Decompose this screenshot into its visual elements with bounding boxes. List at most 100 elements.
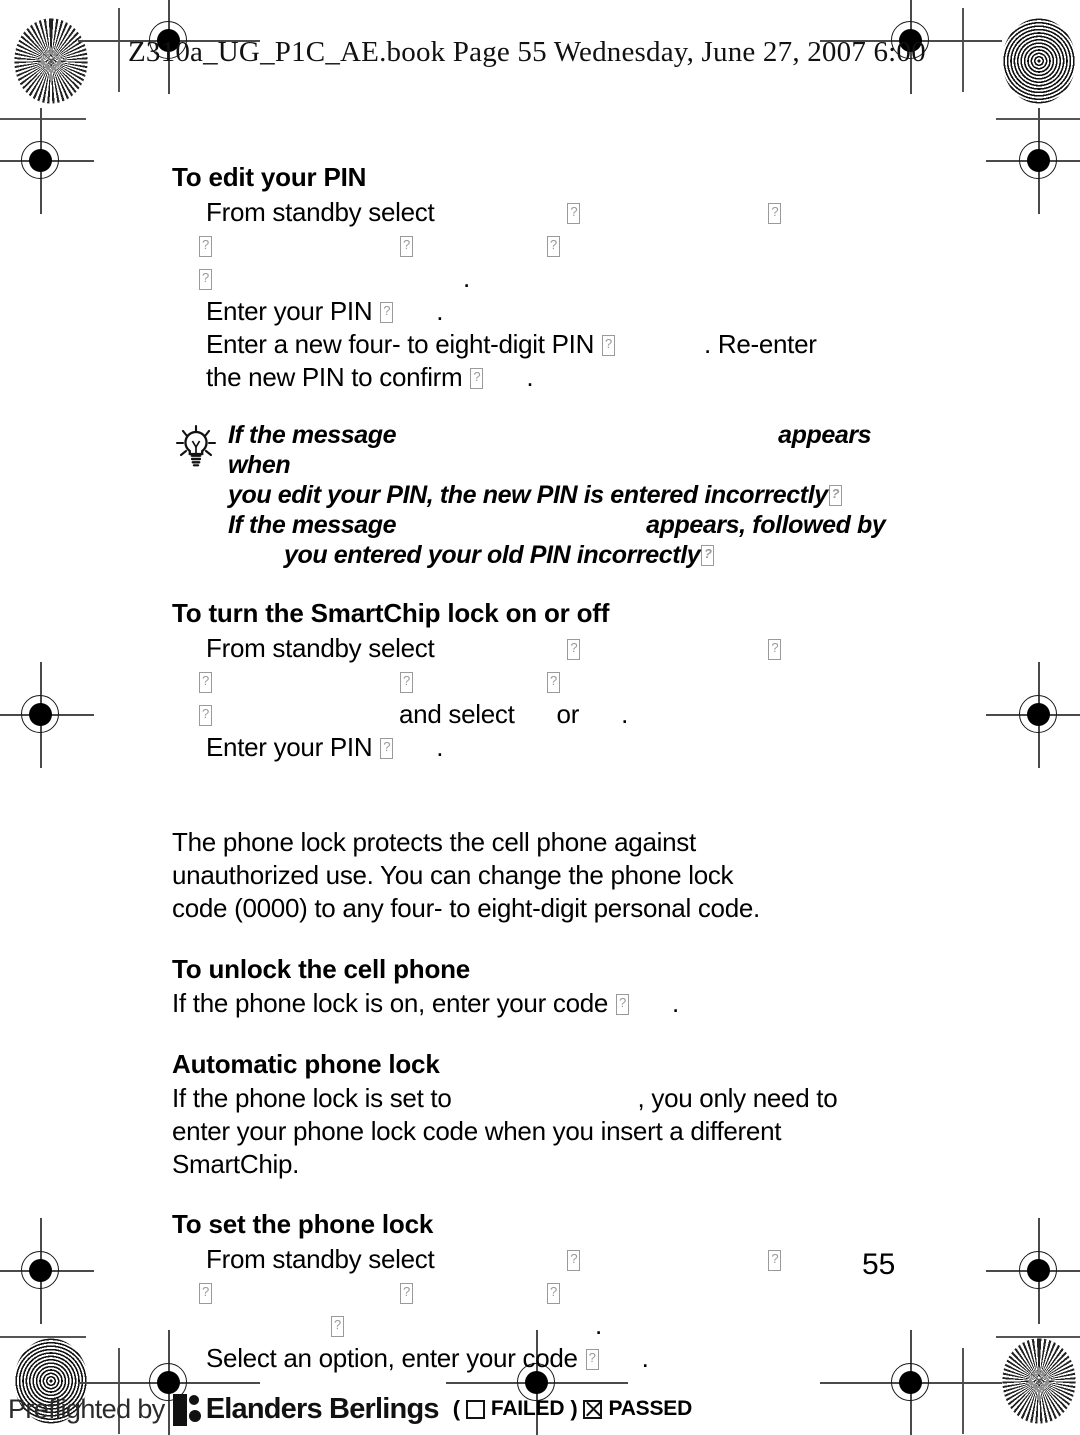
heading-unlock-phone: To unlock the cell phone xyxy=(172,954,471,984)
step-text: From standby select xyxy=(206,633,435,663)
paragraph-line: The phone lock protects the cell phone a… xyxy=(172,827,696,857)
missing-glyph-icon xyxy=(567,201,581,224)
missing-glyph-icon xyxy=(616,992,629,1015)
missing-glyph-icon xyxy=(567,637,581,660)
paragraph-line: If the phone lock is set to , you only ne… xyxy=(172,1082,892,1115)
missing-glyph-icon xyxy=(602,333,615,356)
registration-mark-icon xyxy=(0,662,94,768)
step-item: From standby select xyxy=(172,632,892,665)
tip-line-text: If the message xyxy=(228,421,397,449)
period: . xyxy=(526,362,534,392)
period: . xyxy=(436,732,444,762)
page-number: 55 xyxy=(862,1248,896,1281)
missing-glyph-icon xyxy=(567,1248,581,1271)
registration-mark-icon xyxy=(986,1218,1080,1324)
missing-glyph-icon xyxy=(380,300,394,323)
preflight-brand: Elanders Berlings xyxy=(205,1392,440,1425)
trim-line xyxy=(118,8,120,92)
preflight-status: ( FAILED ) PASSED xyxy=(452,1396,693,1422)
phone-lock-paragraph: The phone lock protects the cell phone a… xyxy=(172,826,892,925)
failed-checkbox-icon xyxy=(465,1399,485,1419)
missing-glyph-icon xyxy=(547,670,560,693)
body-text: If the phone lock is set to xyxy=(172,1083,452,1113)
slug-line: Z310a_UG_P1C_AE.book Page 55 Wednesday, … xyxy=(128,36,926,68)
step-item-continued: the new PIN to confirm . xyxy=(172,361,892,394)
missing-glyph-icon xyxy=(585,1347,599,1370)
elanders-logo-icon xyxy=(171,1392,201,1426)
period: . xyxy=(672,988,679,1018)
step-item-continued: and select or. xyxy=(198,698,892,731)
paragraph-line: code (0000) to any four- to eight-digit … xyxy=(172,893,760,923)
tip-line-text: If the message xyxy=(228,511,397,539)
automatic-lock-body: If the phone lock is set to , you only ne… xyxy=(172,1082,892,1181)
body-text: , you only need to xyxy=(637,1083,838,1113)
tip-line-text: you entered your old PIN incorrectly xyxy=(284,541,701,569)
registration-mark-icon xyxy=(986,108,1080,214)
missing-glyph-icon xyxy=(768,201,782,224)
step-text: Enter your PIN xyxy=(206,732,373,762)
step-text-cont: . Re-enter xyxy=(704,329,817,359)
missing-glyph-icon xyxy=(380,736,394,759)
missing-glyph-icon xyxy=(400,670,413,693)
passed-label: PASSED xyxy=(608,1397,693,1420)
step-text: Select an option, enter your code xyxy=(206,1343,578,1373)
failed-label: FAILED xyxy=(490,1397,565,1420)
step-item: Enter your PIN . xyxy=(172,295,892,328)
step-text: From standby select xyxy=(206,197,435,227)
paragraph-line: unauthorized use. You can change the pho… xyxy=(172,860,734,890)
trim-line xyxy=(0,1336,86,1338)
step-item-continued: . xyxy=(198,1276,892,1342)
tip-line: you edit your PIN, the new PIN is entere… xyxy=(228,480,892,510)
missing-glyph-icon xyxy=(470,366,484,389)
missing-glyph-icon xyxy=(199,670,212,693)
period: . xyxy=(641,1343,649,1373)
step-item-continued: . xyxy=(198,262,892,295)
step-text: the new PIN to confirm xyxy=(206,362,463,392)
tip-line-text: you edit your PIN, the new PIN is entere… xyxy=(228,481,828,509)
registration-mark-icon xyxy=(986,662,1080,768)
trim-line xyxy=(996,1336,1080,1338)
step-text: and select xyxy=(399,699,515,729)
heading-automatic-phone-lock: Automatic phone lock xyxy=(172,1049,440,1079)
page-content: To edit your PIN From standby select . E… xyxy=(172,160,892,1375)
paren-open: ( xyxy=(452,1396,460,1421)
procedure-set-phone-lock: From standby select . Select an option, … xyxy=(172,1243,892,1375)
trim-line xyxy=(0,118,86,120)
registration-mark-icon xyxy=(0,108,94,214)
missing-glyph-icon xyxy=(547,234,560,257)
tip-note: If the message appears when you edit your… xyxy=(172,420,892,570)
missing-glyph-icon xyxy=(199,703,212,726)
tip-line: you entered your old PIN incorrectly xyxy=(228,540,892,570)
step-item: From standby select xyxy=(172,1243,892,1276)
concentric-rosette-icon xyxy=(1002,18,1076,104)
missing-glyph-icon xyxy=(547,1281,560,1304)
radial-rosette-icon xyxy=(1002,1338,1076,1424)
trim-line xyxy=(962,1348,964,1434)
missing-glyph-icon xyxy=(331,1314,344,1337)
period: . xyxy=(621,699,628,729)
preflight-label: Preflighted by xyxy=(8,1393,165,1424)
lightbulb-icon xyxy=(175,424,217,467)
heading-smartchip-lock: To turn the SmartChip lock on or off xyxy=(172,598,610,628)
period: . xyxy=(595,1310,602,1340)
paragraph-line: SmartChip. xyxy=(172,1149,300,1179)
step-item: Enter your PIN . xyxy=(172,731,892,764)
step-item: From standby select xyxy=(172,196,892,229)
heading-set-phone-lock: To set the phone lock xyxy=(172,1209,434,1239)
step-text: Enter your PIN xyxy=(206,296,373,326)
body-text: If the phone lock is on, enter your code xyxy=(172,988,609,1018)
missing-glyph-icon xyxy=(400,234,413,257)
missing-glyph-icon xyxy=(828,483,842,506)
missing-glyph-icon xyxy=(400,1281,413,1304)
missing-glyph-icon xyxy=(701,543,715,566)
missing-glyph-icon xyxy=(199,1281,212,1304)
paren-close: ) xyxy=(570,1396,578,1421)
radial-rosette-icon xyxy=(14,18,88,104)
registration-mark-icon xyxy=(0,1218,94,1324)
tip-text: If the message appears when you edit your… xyxy=(228,420,892,570)
missing-glyph-icon xyxy=(199,234,212,257)
step-item-continued xyxy=(198,665,892,698)
step-item: Enter a new four- to eight-digit PIN . R… xyxy=(172,328,892,361)
step-item-continued xyxy=(198,229,892,262)
procedure-smartchip-lock: From standby select and select or. Enter … xyxy=(172,632,892,764)
